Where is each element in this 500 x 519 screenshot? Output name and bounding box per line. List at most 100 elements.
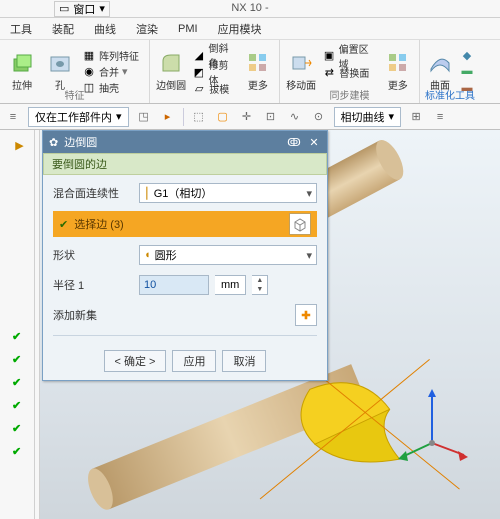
sel-icon-8[interactable]: ≡: [431, 108, 449, 126]
history-checks: ✔ ✔ ✔ ✔ ✔ ✔: [12, 330, 21, 458]
check-icon: ✔: [12, 399, 21, 412]
group-label-std: 标准化工具: [420, 87, 480, 102]
app-title: NX 10 -: [231, 2, 268, 14]
sel-icon-4[interactable]: ⊡: [262, 108, 280, 126]
sel-icon-5[interactable]: ∿: [286, 108, 304, 126]
replace-face-button[interactable]: ⇄替换面: [320, 65, 378, 80]
g1-icon: ⎮: [144, 187, 150, 200]
unit-select[interactable]: mm: [215, 275, 246, 295]
dialog-titlebar[interactable]: ✿ 边倒圆 ↂ ✕: [43, 131, 327, 153]
continuity-select[interactable]: ⎮ G1（相切） ▾: [139, 183, 317, 203]
plus-icon: ✚: [301, 309, 310, 322]
close-icon[interactable]: ✕: [307, 135, 321, 149]
check-icon: ✔: [12, 330, 21, 343]
edge-blend-button[interactable]: 边倒圆: [154, 48, 188, 96]
pin-icon[interactable]: ↂ: [287, 135, 301, 149]
continuity-value: G1（相切）: [154, 185, 213, 201]
dialog-title: 边倒圆: [64, 134, 281, 150]
offset-region-button[interactable]: ▣偏置区域: [320, 48, 378, 64]
more-feature-button[interactable]: 更多: [241, 48, 275, 96]
ok-button[interactable]: < 确定 >: [104, 350, 167, 372]
doc-icon: ▭: [59, 2, 69, 15]
select-edge-label: 选择边 (3): [74, 216, 124, 232]
menu-app[interactable]: 应用模块: [208, 21, 272, 37]
cancel-button[interactable]: 取消: [222, 350, 266, 372]
ribbon: 拉伸 孔 ▦阵列特征 ◉合并▾ ◫抽壳 特征 边倒圆 ◢倒斜角 ◩修剪体 ▱拔模: [0, 40, 500, 104]
menu-render[interactable]: 渲染: [126, 21, 168, 37]
dialog-icon: ✿: [49, 136, 58, 149]
select-edge-row[interactable]: ✔ 选择边 (3): [53, 211, 317, 237]
check-icon: ✔: [12, 422, 21, 435]
menu-tools[interactable]: 工具: [0, 21, 42, 37]
check-icon: ✔: [12, 353, 21, 366]
draft-icon: ▱: [192, 82, 206, 96]
surface-icon: [428, 51, 452, 75]
select-edge-action[interactable]: [289, 213, 311, 235]
std-tool-2[interactable]: ▬: [458, 64, 476, 79]
continuity-label: 混合面连续性: [53, 185, 133, 201]
group-label-sync: 同步建模: [280, 87, 419, 102]
pattern-button[interactable]: ▦阵列特征: [80, 48, 141, 63]
chevron-down-icon: ▾: [389, 110, 395, 123]
sel-icon-2[interactable]: ▢: [214, 108, 232, 126]
tool-icon: ▬: [460, 64, 474, 78]
shape-value: 圆形: [155, 247, 177, 263]
add-set-label: 添加新集: [53, 307, 133, 323]
radius-input[interactable]: [139, 275, 209, 295]
dialog-section-header[interactable]: 要倒圆的边: [43, 153, 327, 175]
sel-icon-7[interactable]: ⊞: [407, 108, 425, 126]
check-icon: ✔: [59, 218, 68, 231]
chevron-down-icon: ▾: [306, 187, 312, 200]
window-menu-label: 窗口: [73, 1, 95, 17]
window-menu[interactable]: ▭ 窗口 ▾: [54, 1, 110, 17]
move-face-icon: [289, 51, 313, 75]
pattern-icon: ▦: [82, 48, 96, 62]
hole-icon: [48, 51, 72, 75]
menu-pmi[interactable]: PMI: [168, 23, 208, 35]
cube-icon: [292, 216, 308, 232]
shape-label: 形状: [53, 247, 133, 263]
more-icon: [246, 51, 270, 75]
check-icon: ✔: [12, 376, 21, 389]
std-tool-1[interactable]: ◆: [458, 48, 476, 63]
circle-icon: ◖: [144, 249, 151, 261]
filter-icon-1[interactable]: ◳: [135, 108, 153, 126]
menu-toggle-icon[interactable]: ≡: [4, 108, 22, 126]
section-label: 要倒圆的边: [52, 156, 107, 172]
edge-blend-dialog: ✿ 边倒圆 ↂ ✕ 要倒圆的边 混合面连续性 ⎮ G1（相切） ▾ ✔: [42, 130, 328, 381]
menu-assembly[interactable]: 装配: [42, 21, 84, 37]
sel-icon-1[interactable]: ⬚: [190, 108, 208, 126]
edge-blend-icon: [159, 51, 183, 75]
offset-icon: ▣: [322, 49, 335, 63]
sel-icon-3[interactable]: ✛: [238, 108, 256, 126]
filter-icon-2[interactable]: ▸: [159, 108, 177, 126]
curve-rule-label: 相切曲线: [341, 109, 385, 125]
step-down-icon[interactable]: ▼: [252, 285, 267, 294]
radius-label: 半径 1: [53, 277, 133, 293]
menu-curve[interactable]: 曲线: [84, 21, 126, 37]
unite-button[interactable]: ◉合并▾: [80, 64, 141, 79]
chevron-down-icon: ▾: [122, 65, 128, 78]
radius-stepper[interactable]: ▲▼: [252, 275, 268, 295]
unite-icon: ◉: [82, 64, 96, 78]
check-icon: ✔: [12, 445, 21, 458]
3d-viewport[interactable]: ✿ 边倒圆 ↂ ✕ 要倒圆的边 混合面连续性 ⎮ G1（相切） ▾ ✔: [40, 130, 500, 519]
shape-select[interactable]: ◖ 圆形 ▾: [139, 245, 317, 265]
menu-strip: 工具 装配 曲线 渲染 PMI 应用模块: [0, 18, 500, 40]
more-icon: [386, 51, 410, 75]
scope-select[interactable]: 仅在工作部件内 ▾: [28, 107, 129, 127]
view-triad[interactable]: [392, 383, 472, 463]
step-up-icon[interactable]: ▲: [252, 276, 267, 285]
sel-icon-6[interactable]: ⊙: [310, 108, 328, 126]
trim-icon: ◩: [192, 65, 205, 79]
extrude-icon: [10, 51, 34, 75]
nav-icon[interactable]: ▶: [11, 136, 29, 154]
apply-button[interactable]: 应用: [172, 350, 216, 372]
chevron-down-icon: ▾: [116, 110, 122, 123]
draft-button[interactable]: ▱拔模: [190, 81, 239, 96]
trim-body-button[interactable]: ◩修剪体: [190, 64, 239, 80]
add-set-button[interactable]: ✚: [295, 304, 317, 326]
curve-rule-select[interactable]: 相切曲线 ▾: [334, 107, 402, 127]
group-label-feature: 特征: [0, 87, 149, 102]
tool-icon: ◆: [460, 48, 474, 62]
